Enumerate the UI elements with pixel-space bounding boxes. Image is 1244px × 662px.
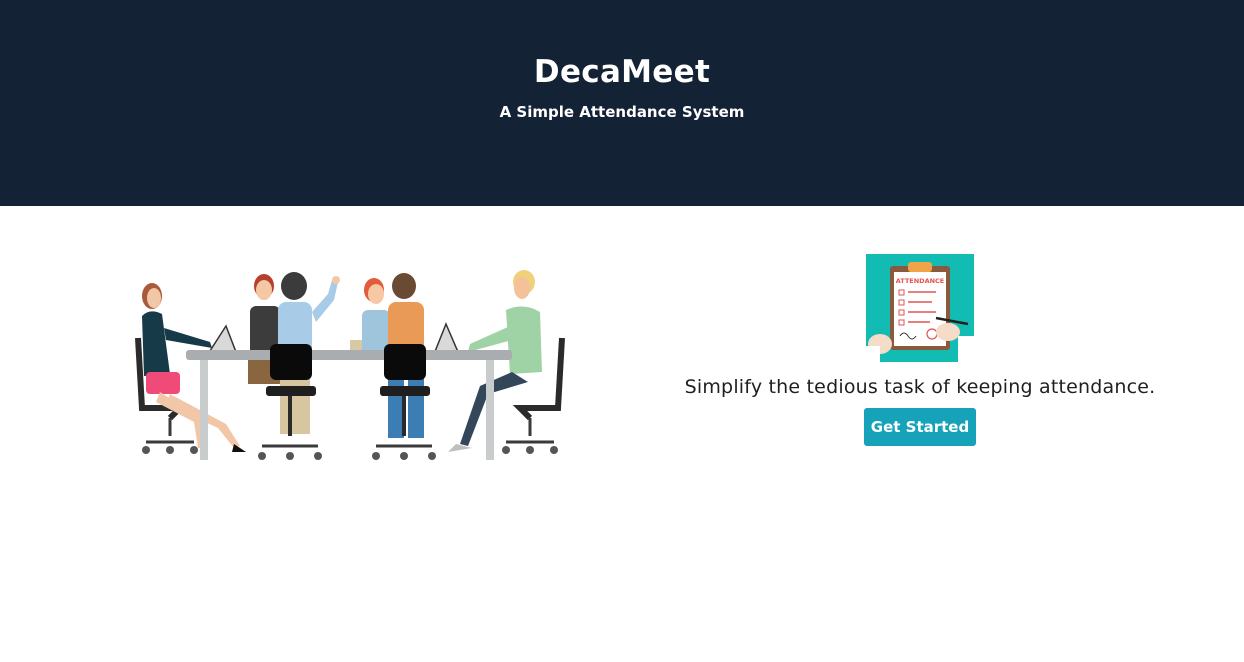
app-title: DecaMeet bbox=[533, 54, 711, 90]
person-man-right bbox=[448, 270, 542, 452]
attendance-clipboard-illustration: ATTENDANCE bbox=[866, 254, 974, 362]
get-started-button[interactable]: Get Started bbox=[864, 408, 976, 446]
chair-front-2 bbox=[372, 344, 436, 460]
app-subtitle: A Simple Attendance System bbox=[499, 103, 745, 121]
hero-banner: DecaMeet A Simple Attendance System bbox=[0, 0, 1244, 206]
attendance-label: ATTENDANCE bbox=[896, 277, 945, 285]
person-woman-left bbox=[142, 283, 246, 452]
team-meeting-illustration bbox=[135, 270, 565, 460]
tagline: Simplify the tedious task of keeping att… bbox=[684, 376, 1156, 398]
intro-section: ATTENDANCE Simplify the tedious task of … bbox=[640, 254, 1200, 446]
